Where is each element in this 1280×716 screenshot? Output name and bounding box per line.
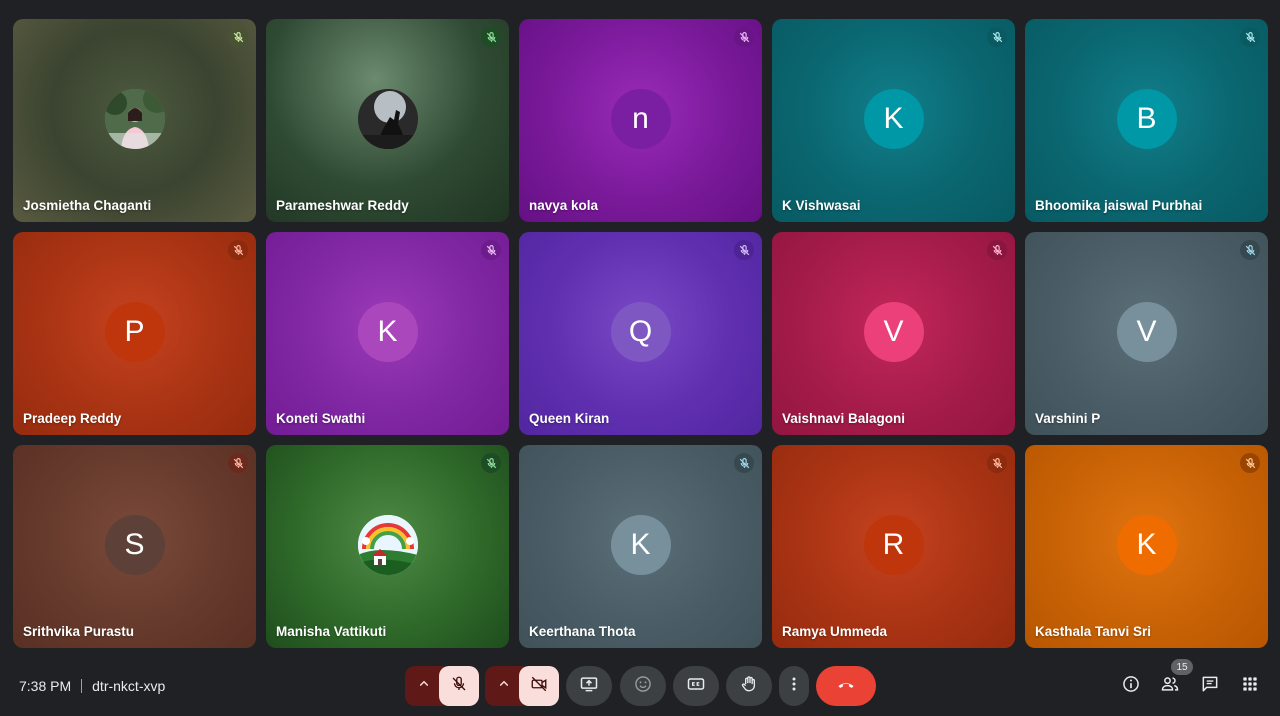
avatar: P <box>104 302 165 362</box>
chevron-up-icon <box>495 675 513 698</box>
participant-name: Manisha Vattikuti <box>276 624 387 639</box>
muted-mic-icon <box>734 240 754 260</box>
avatar <box>357 89 418 149</box>
present-screen-icon <box>579 674 599 699</box>
participant-tile[interactable]: n navya kola <box>519 19 762 222</box>
raise-hand-button[interactable] <box>726 666 772 706</box>
participant-tile[interactable]: R Ramya Ummeda <box>772 445 1015 648</box>
emoji-icon <box>633 674 653 699</box>
participant-tile[interactable]: K K Vishwasai <box>772 19 1015 222</box>
video-options-button[interactable] <box>485 666 523 706</box>
avatar: R <box>863 515 924 575</box>
mic-toggle-button[interactable] <box>439 666 479 706</box>
participant-name: Josmietha Chaganti <box>23 198 152 213</box>
participant-tile[interactable]: B Bhoomika jaiswal Purbhai <box>1025 19 1268 222</box>
participant-tile[interactable]: K Keerthana Thota <box>519 445 762 648</box>
participant-grid: Josmietha Chaganti Parameshwar Reddy n navy… <box>13 19 1268 648</box>
avatar: B <box>1116 89 1177 149</box>
participant-tile[interactable]: V Varshini P <box>1025 232 1268 435</box>
participant-tile[interactable]: P Pradeep Reddy <box>13 232 256 435</box>
muted-mic-icon <box>228 453 248 473</box>
avatar: V <box>1116 302 1177 362</box>
camera-control-group <box>485 666 559 706</box>
participant-name: Koneti Swathi <box>276 411 366 426</box>
avatar <box>357 515 418 575</box>
chat-icon <box>1200 674 1220 699</box>
people-icon <box>1160 674 1180 699</box>
muted-mic-icon <box>987 240 1007 260</box>
bottom-control-bar: 7:38 PM dtr-nkct-xvp <box>0 655 1280 716</box>
participant-tile[interactable]: V Vaishnavi Balagoni <box>772 232 1015 435</box>
leave-call-button[interactable] <box>816 666 876 706</box>
muted-mic-icon <box>734 453 754 473</box>
participant-name: Parameshwar Reddy <box>276 198 409 213</box>
more-options-button[interactable] <box>779 666 809 706</box>
participant-name: Srithvika Purastu <box>23 624 135 639</box>
avatar: K <box>863 89 924 149</box>
activities-button[interactable] <box>1239 675 1261 697</box>
muted-mic-icon <box>987 453 1007 473</box>
meeting-info: 7:38 PM dtr-nkct-xvp <box>19 678 165 694</box>
participant-tile[interactable]: Josmietha Chaganti <box>13 19 256 222</box>
participant-tile[interactable]: K Kasthala Tanvi Sri <box>1025 445 1268 648</box>
mic-control-group <box>405 666 479 706</box>
participant-count-badge: 15 <box>1171 659 1193 675</box>
camera-toggle-button[interactable] <box>519 666 559 706</box>
avatar: K <box>610 515 671 575</box>
chat-button[interactable] <box>1199 675 1221 697</box>
clock-time: 7:38 PM <box>19 678 72 694</box>
participant-name: navya kola <box>529 198 599 213</box>
participant-name: Pradeep Reddy <box>23 411 122 426</box>
participant-name: Kasthala Tanvi Sri <box>1035 624 1152 639</box>
meeting-code[interactable]: dtr-nkct-xvp <box>92 678 165 694</box>
participant-tile[interactable]: Manisha Vattikuti <box>266 445 509 648</box>
muted-mic-icon <box>228 240 248 260</box>
participant-name: Keerthana Thota <box>529 624 636 639</box>
meeting-details-button[interactable] <box>1120 675 1142 697</box>
mic-off-icon <box>450 675 468 698</box>
chevron-up-icon <box>415 675 433 698</box>
avatar: V <box>863 302 924 362</box>
muted-mic-icon <box>734 27 754 47</box>
participant-name: Varshini P <box>1035 411 1101 426</box>
avatar: S <box>104 515 165 575</box>
end-call-icon <box>836 674 856 699</box>
captions-button[interactable] <box>673 666 719 706</box>
reactions-button[interactable] <box>620 666 666 706</box>
more-options-icon <box>784 674 804 699</box>
muted-mic-icon <box>481 453 501 473</box>
avatar: Q <box>610 302 671 362</box>
muted-mic-icon <box>1240 240 1260 260</box>
activities-icon <box>1240 674 1260 699</box>
participant-tile[interactable]: Q Queen Kiran <box>519 232 762 435</box>
muted-mic-icon <box>987 27 1007 47</box>
participant-name: Queen Kiran <box>529 411 610 426</box>
participant-name: Bhoomika jaiswal Purbhai <box>1035 198 1203 213</box>
avatar: n <box>610 89 671 149</box>
people-button[interactable] <box>1159 675 1181 697</box>
muted-mic-icon <box>481 240 501 260</box>
participant-name: Ramya Ummeda <box>782 624 888 639</box>
participant-name: K Vishwasai <box>782 198 861 213</box>
muted-mic-icon <box>1240 453 1260 473</box>
raise-hand-icon <box>739 674 759 699</box>
present-screen-button[interactable] <box>566 666 612 706</box>
participant-tile[interactable]: S Srithvika Purastu <box>13 445 256 648</box>
muted-mic-icon <box>1240 27 1260 47</box>
captions-icon <box>686 674 706 699</box>
divider <box>81 679 83 693</box>
avatar <box>104 89 165 149</box>
participant-tile[interactable]: K Koneti Swathi <box>266 232 509 435</box>
audio-options-button[interactable] <box>405 666 443 706</box>
avatar: K <box>357 302 418 362</box>
avatar: K <box>1116 515 1177 575</box>
participant-name: Vaishnavi Balagoni <box>782 411 906 426</box>
camera-off-icon <box>530 675 548 698</box>
muted-mic-icon <box>481 27 501 47</box>
info-icon <box>1121 674 1141 699</box>
participant-tile[interactable]: Parameshwar Reddy <box>266 19 509 222</box>
muted-mic-icon <box>228 27 248 47</box>
